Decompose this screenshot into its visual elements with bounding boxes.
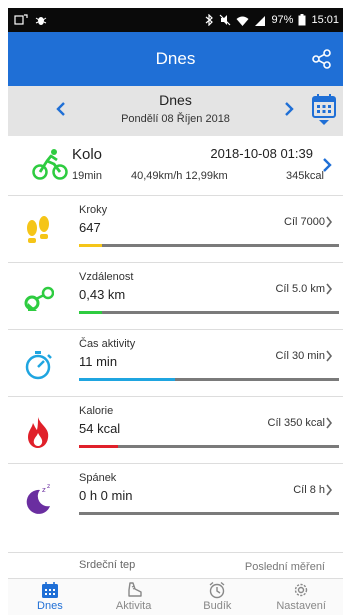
status-bar: 97% 15:01 [8,8,343,32]
page-title: Dnes [155,49,196,68]
activity-speed-distance: 40,49km/h 12,99km [131,170,228,182]
calendar-icon[interactable] [311,93,337,127]
metric-label: Kroky [79,204,108,216]
metric-value: 647 [79,220,101,235]
progress-fill [79,378,176,381]
progress-fill [79,311,103,314]
battery-icon [298,14,306,26]
metric-label: Srdeční tep [79,559,136,571]
status-time: 15:01 [311,14,339,26]
metric-row-sleep[interactable]: z z Spánek 0 h 0 min Cíl 8 h [8,464,343,553]
metric-label: Vzdálenost [79,271,134,283]
metric-goal: Cíl 5.0 km [275,283,325,295]
chevron-right-icon [326,350,333,362]
activity-summary-card[interactable]: Kolo 2018-10-08 01:39 19min 40,49km/h 12… [8,136,343,196]
metric-label: Kalorie [79,405,114,417]
flame-icon [28,417,49,448]
metric-goal: Cíl 8 h [293,484,325,496]
chevron-right-icon [326,283,333,295]
tab-label: Aktivita [115,600,152,612]
chevron-right-icon [326,417,333,429]
chevron-right-icon [326,484,333,496]
next-day-button[interactable] [284,101,294,120]
bug-icon [35,17,47,25]
chevron-right-icon [323,158,332,172]
metric-row-active-time[interactable]: Čas aktivity 11 min Cíl 30 min [8,330,343,397]
sleep-moon-icon: z z [26,483,50,514]
metric-row-heart-rate[interactable]: Srdeční tep Poslední měření [8,553,343,578]
metric-value: 0 h 0 min [79,488,133,503]
svg-text:z: z [42,486,46,494]
activity-calories: 345kcal [286,170,324,182]
metric-goal: Cíl 7000 [284,216,325,228]
metric-goal: Cíl 350 kcal [267,417,325,429]
progress-track [79,512,339,515]
calendar-icon [41,582,58,598]
metric-value: 0,43 km [79,287,126,302]
route-icon [24,286,54,311]
metric-value: 54 kcal [79,421,121,436]
bottom-navigation: Dnes Aktivita Budík Nastavení [8,578,343,615]
bluetooth-icon [206,14,214,26]
metric-row-steps[interactable]: Kroky 647 Cíl 7000 [8,196,343,263]
progress-track [79,311,339,314]
gear-icon [294,583,308,597]
chevron-right-icon [326,216,333,228]
tab-label: Nastavení [276,600,326,612]
mute-icon [220,14,231,26]
activity-name: Kolo [72,146,103,163]
metric-value: 11 min [79,354,118,369]
metric-goal: Poslední měření [244,561,325,573]
tab-label: Dnes [37,600,63,612]
progress-track [79,244,339,247]
chevron-right-icon [285,102,294,116]
footsteps-icon [27,216,49,243]
metric-label: Čas aktivity [79,338,136,350]
stopwatch-icon [25,351,52,380]
notification-icon [14,14,28,25]
share-icon[interactable] [311,48,333,70]
metric-goal: Cíl 30 min [275,350,325,362]
svg-text:z: z [47,483,50,490]
shoe-icon [127,582,142,597]
progress-fill [79,244,103,247]
app-header: Dnes [8,32,343,86]
activity-datetime: 2018-10-08 01:39 [210,146,313,161]
progress-track [79,445,339,448]
battery-percent: 97% [271,14,294,26]
activity-duration: 19min [72,170,102,182]
tab-settings[interactable]: Nastavení [259,579,343,615]
metric-row-distance[interactable]: Vzdálenost 0,43 km Cíl 5.0 km [8,263,343,330]
metric-label: Spánek [79,472,117,484]
cycling-icon [32,149,68,180]
progress-fill [79,445,118,448]
metric-row-calories[interactable]: Kalorie 54 kcal Cíl 350 kcal [8,397,343,464]
date-navigator: Dnes Pondělí 08 Říjen 2018 [8,86,343,136]
progress-track [79,378,339,381]
signal-icon [255,15,266,26]
alarm-clock-icon [209,581,225,599]
wifi-icon [236,16,249,26]
tab-label: Budík [203,600,232,612]
tab-today[interactable]: Dnes [8,579,92,615]
tab-alarm[interactable]: Budík [176,579,260,615]
tab-activity[interactable]: Aktivita [92,579,176,615]
